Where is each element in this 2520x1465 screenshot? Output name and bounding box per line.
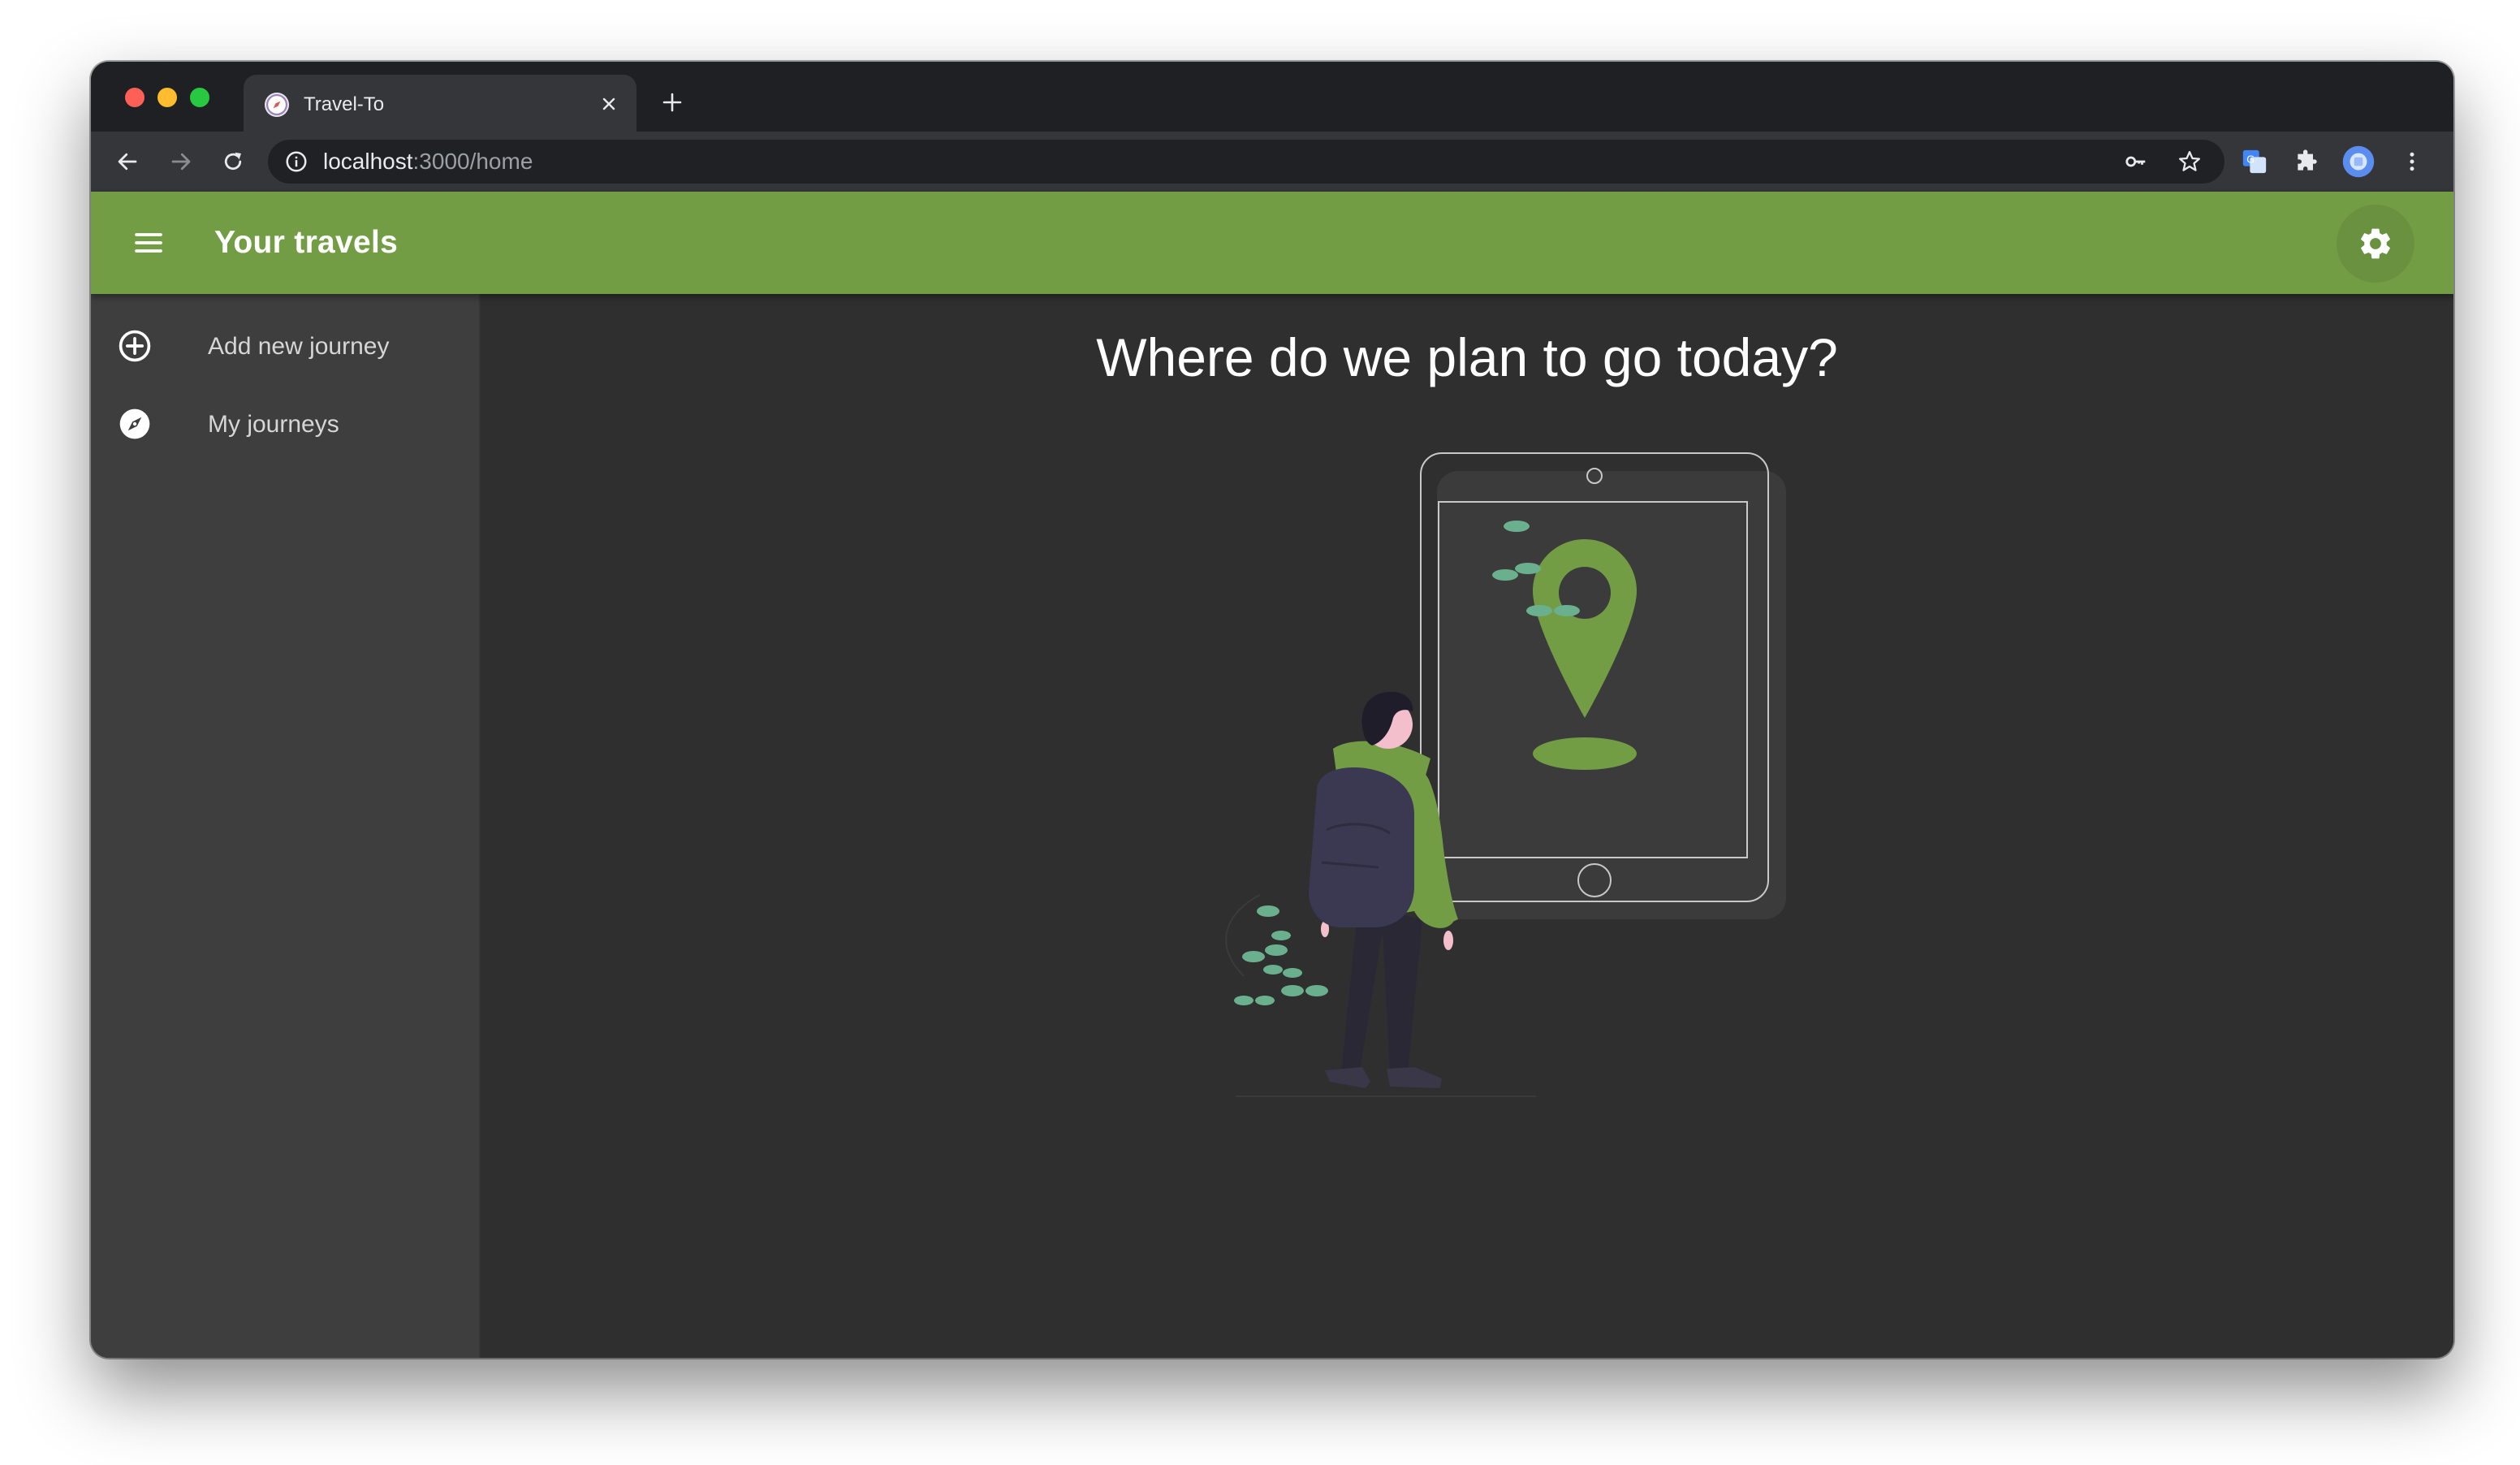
tab-close-icon[interactable] [596, 91, 622, 117]
maximize-window-button[interactable] [190, 88, 209, 107]
translate-extension-icon[interactable]: G [2237, 145, 2272, 179]
browser-menu-kebab-icon[interactable] [2395, 145, 2429, 179]
hamburger-menu-icon[interactable] [128, 223, 169, 263]
sidebar-item-add-new-journey[interactable]: Add new journey [91, 307, 479, 385]
browser-titlebar: Travel-To [91, 62, 2453, 133]
profile-avatar-icon[interactable] [2341, 145, 2375, 179]
tab-title: Travel-To [304, 93, 385, 115]
browser-window: Travel-To localhost:3000/home G Your tra… [91, 62, 2453, 1358]
page-title: Your travels [214, 225, 399, 260]
url-path: :3000/home [412, 149, 533, 174]
minimize-window-button[interactable] [158, 88, 177, 107]
forward-arrow-icon[interactable] [164, 145, 198, 179]
compass-favicon-icon [265, 93, 289, 117]
traveler-person [1309, 691, 1458, 1088]
key-icon[interactable] [2124, 149, 2148, 174]
url-host: localhost [323, 149, 413, 174]
main-content: Where do we plan to go today? [481, 294, 2453, 1358]
add-circle-icon [119, 330, 151, 362]
back-arrow-icon[interactable] [110, 145, 145, 179]
gear-icon [2361, 228, 2390, 259]
sidebar-item-label: Add new journey [208, 333, 390, 360]
app-header: Your travels [91, 192, 2453, 294]
sidebar: Add new journey My journeys [91, 294, 481, 1358]
sidebar-item-my-journeys[interactable]: My journeys [91, 385, 479, 463]
traveler-map-illustration [1225, 452, 1786, 1097]
address-bar[interactable]: localhost:3000/home [268, 140, 2224, 184]
url-text: localhost:3000/home [323, 149, 533, 174]
compass-icon [119, 408, 150, 439]
svg-text:G: G [2246, 153, 2255, 166]
reload-icon[interactable] [216, 145, 250, 179]
site-info-icon[interactable] [284, 149, 309, 174]
browser-toolbar: localhost:3000/home G [91, 132, 2453, 192]
settings-button[interactable] [2337, 205, 2414, 283]
bookmark-star-icon[interactable] [2177, 149, 2202, 174]
tablet-shadow [1437, 471, 1786, 919]
extensions-puzzle-icon[interactable] [2289, 145, 2324, 179]
browser-tab-active[interactable]: Travel-To [244, 75, 636, 133]
sidebar-item-label: My journeys [208, 411, 339, 438]
close-window-button[interactable] [125, 88, 145, 107]
new-tab-icon[interactable] [656, 86, 688, 119]
ground-plant-decoration [1225, 894, 1328, 1005]
